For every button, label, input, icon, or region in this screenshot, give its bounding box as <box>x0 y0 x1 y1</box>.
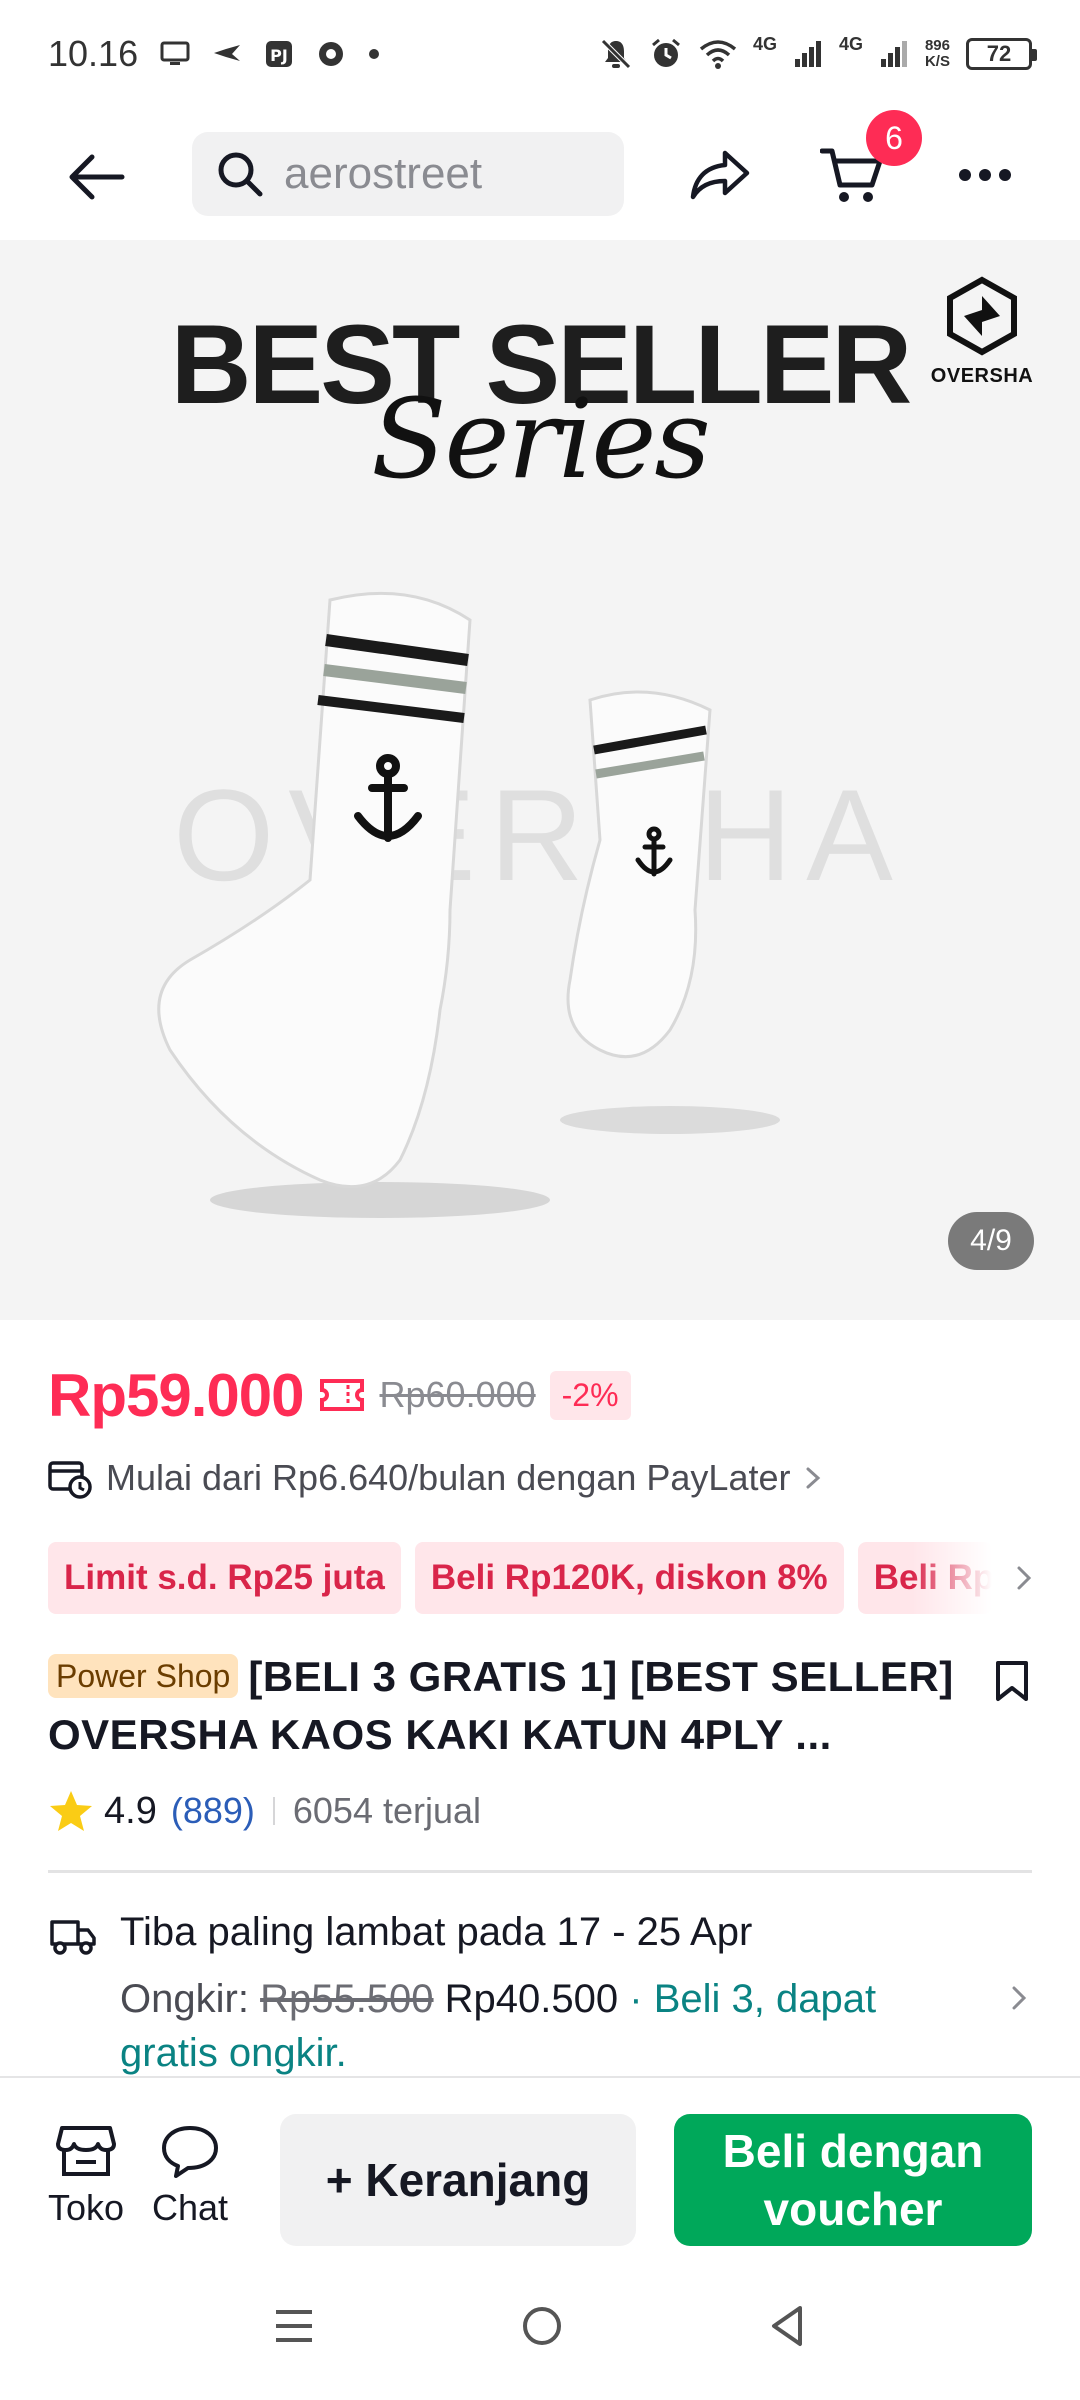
chat-label: Chat <box>151 2187 229 2228</box>
voucher-icon[interactable] <box>318 1377 366 1413</box>
paylater-icon <box>48 1461 92 1499</box>
rating-separator <box>272 1797 275 1825</box>
paylater-text: Mulai dari Rp6.640/bulan dengan PayLater <box>106 1457 791 1498</box>
more-options-button[interactable] <box>952 142 1018 208</box>
back-button[interactable] <box>60 144 132 210</box>
rating-value: 4.9 <box>104 1789 157 1832</box>
more-icon <box>959 169 1011 181</box>
sold-count: 6054 terjual <box>292 1790 482 1831</box>
menu-icon <box>276 2309 312 2342</box>
screen-icon <box>160 41 190 67</box>
share-icon <box>690 150 750 200</box>
promo-chip[interactable]: Limit s.d. Rp25 juta <box>48 1542 401 1614</box>
product-image-gallery[interactable]: BEST SELLER Series OVERSHA OVERSHA 4/9 <box>0 240 1080 1320</box>
signal-icon-2 <box>879 39 909 69</box>
cart-count-badge: 6 <box>866 110 922 166</box>
bookmark-button[interactable] <box>990 1656 1034 1706</box>
chat-icon <box>162 2126 218 2178</box>
system-back-button[interactable] <box>768 2304 808 2353</box>
rating-row[interactable]: 4.9 (889) 6054 terjual <box>48 1784 481 1838</box>
shop-button[interactable]: Toko <box>36 2124 136 2229</box>
add-to-cart-button[interactable]: + Keranjang <box>280 2114 636 2246</box>
shop-label: Toko <box>47 2187 125 2228</box>
bottom-action-bar: Toko Chat + Keranjang Beli dengan vouche… <box>0 2076 1080 2256</box>
brand-logo: OVERSHA <box>924 276 1040 388</box>
network-type-label-2: 4G <box>838 34 863 54</box>
chevron-right-icon <box>1012 1986 1027 2010</box>
rating-count: (889) <box>170 1790 255 1831</box>
mute-icon <box>599 37 633 71</box>
back-arrow-icon <box>69 154 125 200</box>
bird-icon <box>212 43 242 65</box>
app-icon: PJ <box>264 39 294 69</box>
network-speed: 896 K/S <box>924 37 950 70</box>
search-text: aerostreet <box>284 149 483 198</box>
svg-text:PJ: PJ <box>270 46 288 65</box>
search-input[interactable]: aerostreet <box>192 132 624 216</box>
star-icon <box>50 1791 92 1831</box>
system-navigation-bar <box>0 2256 1080 2400</box>
promo-chips: Limit s.d. Rp25 juta Beli Rp120K, diskon… <box>48 1542 1032 1614</box>
battery-indicator: 72 <box>966 38 1037 70</box>
chat-button[interactable]: Chat <box>140 2124 240 2229</box>
product-title: Power Shop [BELI 3 GRATIS 1] [BEST SELLER… <box>48 1648 988 1764</box>
shipping-chevron[interactable] <box>1008 1982 1030 2019</box>
status-time: 10.16 <box>48 33 139 74</box>
chevron-right-icon <box>1017 1566 1032 1590</box>
home-button[interactable] <box>520 2304 564 2353</box>
image-subline: Series <box>371 375 711 503</box>
section-divider <box>48 1870 1032 1873</box>
promo-chip[interactable]: Beli Rp <box>857 1542 992 1614</box>
recent-apps-button[interactable] <box>272 2306 316 2351</box>
shipping-new-price: Rp40.500 <box>444 1977 619 2021</box>
brand-logo-icon <box>947 276 1017 356</box>
current-price: Rp59.000 <box>48 1361 304 1429</box>
socks-image <box>157 591 780 1218</box>
wifi-icon <box>699 39 737 69</box>
paylater-row[interactable]: Mulai dari Rp6.640/bulan dengan PayLater <box>48 1452 824 1504</box>
chevron-right-icon <box>806 1467 821 1489</box>
shipping-fee[interactable]: Ongkir: Rp55.500 Rp40.500 · Beli 3, dapa… <box>120 1972 970 2080</box>
image-page-indicator: 4/9 <box>948 1212 1034 1270</box>
promo-more-chevron[interactable] <box>1006 1556 1042 1600</box>
shipping-old-price: Rp55.500 <box>260 1977 434 2021</box>
delivery-estimate: Tiba paling lambat pada 17 - 25 Apr <box>120 1910 753 1954</box>
signal-icon <box>793 39 823 69</box>
back-triangle-icon <box>772 2305 802 2346</box>
discount-badge: -2% <box>549 1370 631 1420</box>
brand-logo-text: OVERSHA <box>930 365 1034 387</box>
price-row: Rp59.000 Rp60.000 -2% <box>48 1360 631 1430</box>
network-type-label: 4G <box>752 34 777 54</box>
search-icon <box>218 152 263 197</box>
shipping-label: Ongkir: <box>120 1977 249 2021</box>
delivery-truck-icon <box>48 1916 98 1961</box>
shop-icon <box>56 2126 116 2176</box>
sync-icon <box>316 39 346 69</box>
original-price: Rp60.000 <box>379 1374 536 1415</box>
home-circle-icon <box>523 2306 561 2345</box>
buy-with-voucher-button[interactable]: Beli dengan voucher <box>674 2114 1032 2246</box>
status-bar: 10.16 PJ 4G 4G 896 K/S 72 <box>0 0 1080 108</box>
power-shop-badge: Power Shop <box>48 1654 239 1698</box>
share-button[interactable] <box>684 142 756 208</box>
bookmark-icon <box>996 1661 1028 1701</box>
dot-icon <box>368 48 380 60</box>
promo-chip[interactable]: Beli Rp120K, diskon 8% <box>414 1542 844 1614</box>
alarm-icon <box>649 37 683 71</box>
